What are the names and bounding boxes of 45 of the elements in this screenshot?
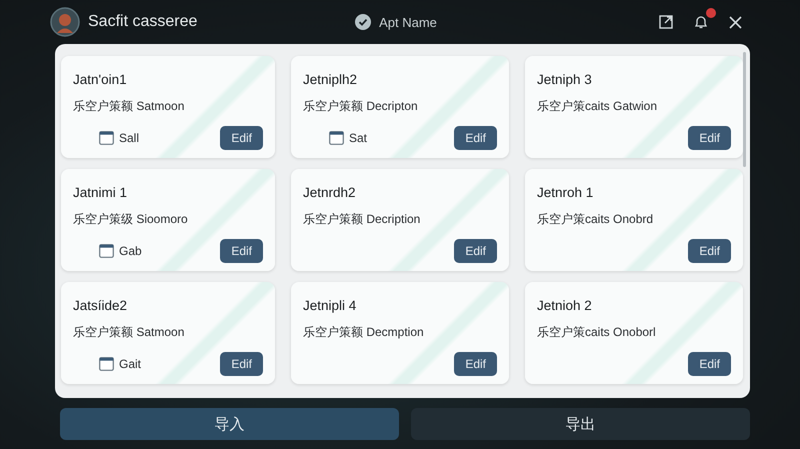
window-icon <box>329 131 344 145</box>
app-name: Apt Name <box>379 14 437 30</box>
card-title: Jatn'oin1 <box>73 72 128 87</box>
close-icon[interactable] <box>729 16 742 28</box>
card-title: Jetniph 3 <box>537 72 593 87</box>
card-description: 乐空户策caits Onoborl <box>537 324 657 341</box>
edit-button[interactable]: Edif <box>688 239 731 263</box>
external-link-icon[interactable] <box>659 15 673 29</box>
window-icon <box>99 131 114 145</box>
card-description: 乐空户策caits Onobrd <box>537 211 654 228</box>
tag-label: Sall <box>119 131 140 145</box>
card-title: Jetnioh 2 <box>537 298 593 313</box>
card-title: Jatnimi 1 <box>73 185 128 200</box>
app-title: Sacfit casseree <box>88 13 198 31</box>
card-description: 乐空户策级 Sioomoro <box>73 211 189 228</box>
scrollbar[interactable] <box>743 52 746 167</box>
check-icon <box>355 14 372 30</box>
tag-label: Gait <box>119 357 142 371</box>
window-icon <box>99 357 114 371</box>
edit-button[interactable]: Edif <box>220 352 263 376</box>
card-description: 乐空户策额 Satmoon <box>73 324 186 341</box>
card-description: 乐空户策caits Gatwion <box>537 98 658 115</box>
edit-button[interactable]: Edif <box>688 126 731 150</box>
card-description: 乐空户策额 Satmoon <box>73 98 186 115</box>
card-description: 乐空户策额 Decription <box>303 211 422 228</box>
card-title: Jatsíide2 <box>73 298 128 313</box>
avatar-icon <box>50 7 80 37</box>
window-icon <box>99 244 114 258</box>
card-title: Jetnrdh2 <box>303 185 357 200</box>
edit-button[interactable]: Edif <box>454 352 497 376</box>
edit-button[interactable]: Edif <box>454 239 497 263</box>
action-button[interactable]: 导出 <box>411 408 750 440</box>
card-title: Jetnipli 4 <box>303 298 358 313</box>
card-title: Jetniplh2 <box>303 72 358 87</box>
card-description: 乐空户策额 Decmption <box>303 324 425 341</box>
action-button[interactable]: 导入 <box>60 408 399 440</box>
edit-button[interactable]: Edif <box>688 352 731 376</box>
edit-button[interactable]: Edif <box>220 239 263 263</box>
card-title: Jetnroh 1 <box>537 185 594 200</box>
edit-button[interactable]: Edif <box>220 126 263 150</box>
tag-label: Sat <box>349 131 368 145</box>
card-description: 乐空户策额 Decripton <box>303 98 419 115</box>
edit-button[interactable]: Edif <box>454 126 497 150</box>
bell-icon[interactable] <box>693 14 709 30</box>
tag-label: Gab <box>119 244 142 258</box>
